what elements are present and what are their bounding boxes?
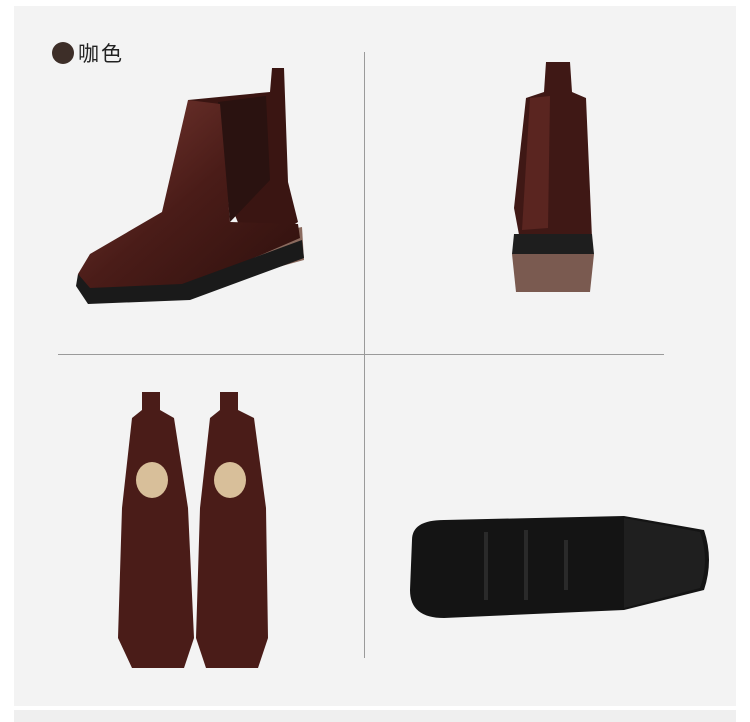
vertical-divider bbox=[364, 52, 365, 658]
bottom-strip bbox=[14, 710, 736, 722]
boot-side-view bbox=[76, 68, 304, 304]
color-swatch-dot bbox=[52, 42, 74, 64]
boot-back-view bbox=[512, 62, 594, 292]
boot-sole-view bbox=[410, 516, 709, 618]
horizontal-divider bbox=[58, 354, 664, 355]
boot-pair-top-view bbox=[118, 392, 268, 668]
